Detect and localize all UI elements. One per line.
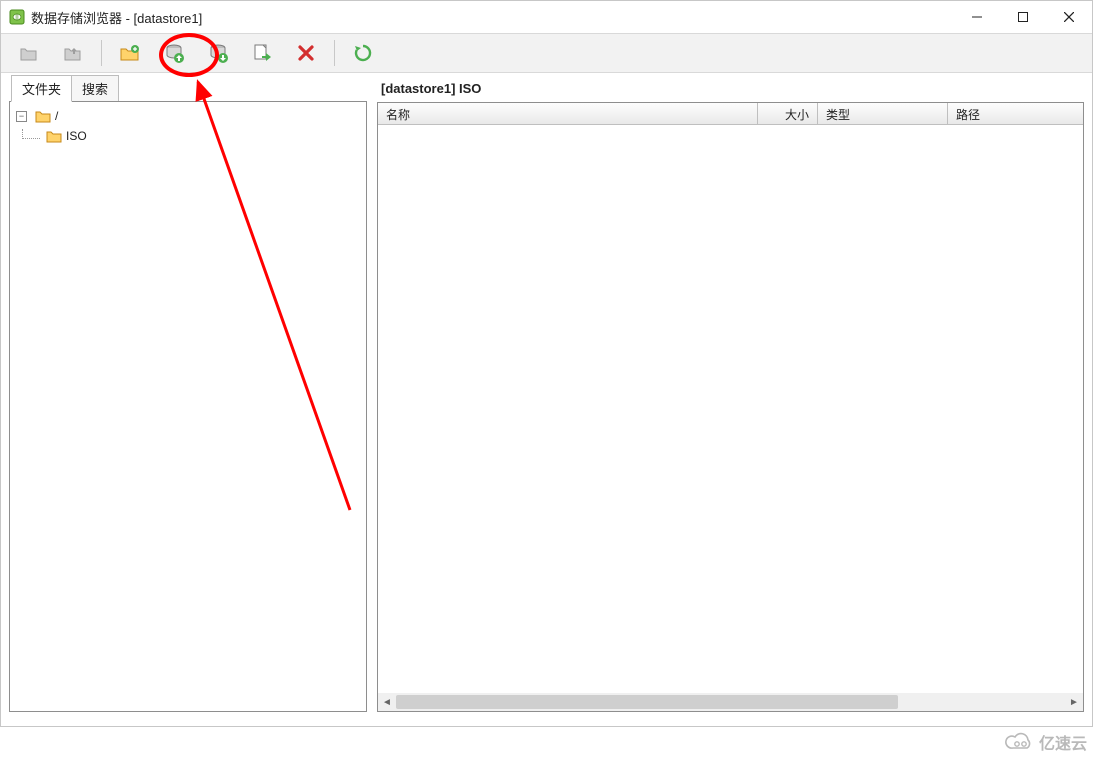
- scroll-track[interactable]: [396, 693, 1065, 711]
- toolbar-delete-button[interactable]: [286, 35, 326, 71]
- column-type[interactable]: 类型: [818, 103, 948, 124]
- watermark: 亿速云: [1005, 730, 1087, 754]
- toolbar-download-button[interactable]: [198, 35, 238, 71]
- column-path[interactable]: 路径: [948, 103, 1083, 124]
- grid-header: 名称 大小 类型 路径: [378, 103, 1083, 125]
- tab-folders[interactable]: 文件夹: [11, 75, 72, 102]
- toolbar-move-button[interactable]: [242, 35, 282, 71]
- toolbar-refresh-button[interactable]: [343, 35, 383, 71]
- tree-root-node[interactable]: − /: [16, 106, 360, 126]
- scroll-left-icon[interactable]: ◄: [378, 693, 396, 711]
- grid-body[interactable]: [378, 125, 1083, 693]
- body: 文件夹 搜索 − / ISO [datastore1] ISO: [1, 73, 1092, 726]
- tree-child-node[interactable]: ISO: [16, 126, 360, 146]
- left-tabstrip: 文件夹 搜索: [9, 77, 367, 101]
- scroll-thumb[interactable]: [396, 695, 898, 709]
- toolbar-new-folder-button[interactable]: [110, 35, 150, 71]
- app-icon: [9, 9, 25, 25]
- tree-root-label: /: [55, 109, 58, 123]
- left-pane: 文件夹 搜索 − / ISO: [9, 77, 367, 712]
- delete-icon: [297, 44, 315, 62]
- file-grid: 名称 大小 类型 路径 ◄ ►: [377, 102, 1084, 712]
- folder-tree[interactable]: − / ISO: [9, 101, 367, 712]
- upload-datastore-icon: [164, 43, 184, 63]
- current-path: [datastore1] ISO: [381, 81, 1084, 96]
- right-pane: [datastore1] ISO 名称 大小 类型 路径 ◄ ►: [377, 77, 1084, 712]
- toolbar-up-button[interactable]: [53, 35, 93, 71]
- column-name[interactable]: 名称: [378, 103, 758, 124]
- maximize-icon: [1018, 12, 1028, 22]
- close-icon: [1064, 12, 1074, 22]
- move-file-icon: [252, 43, 272, 63]
- minimize-button[interactable]: [954, 1, 1000, 33]
- close-button[interactable]: [1046, 1, 1092, 33]
- folder-icon: [46, 129, 62, 143]
- folder-up-icon: [63, 44, 83, 62]
- folder-icon: [35, 109, 51, 123]
- tab-search[interactable]: 搜索: [71, 75, 119, 101]
- watermark-text: 亿速云: [1039, 730, 1087, 754]
- column-size[interactable]: 大小: [758, 103, 818, 124]
- toolbar-separator: [334, 40, 335, 66]
- new-folder-icon: [119, 44, 141, 62]
- titlebar: 数据存储浏览器 - [datastore1]: [1, 1, 1092, 33]
- toolbar: [1, 33, 1092, 73]
- minimize-icon: [972, 12, 982, 22]
- tree-child-label: ISO: [66, 129, 87, 143]
- toolbar-upload-button[interactable]: [154, 35, 194, 71]
- horizontal-scrollbar[interactable]: ◄ ►: [378, 693, 1083, 711]
- datastore-browser-window: 数据存储浏览器 - [datastore1]: [0, 0, 1093, 727]
- scroll-right-icon[interactable]: ►: [1065, 693, 1083, 711]
- folder-back-icon: [19, 44, 39, 62]
- toolbar-separator: [101, 40, 102, 66]
- tree-collapse-icon[interactable]: −: [16, 111, 27, 122]
- download-datastore-icon: [208, 43, 228, 63]
- maximize-button[interactable]: [1000, 1, 1046, 33]
- toolbar-back-button[interactable]: [9, 35, 49, 71]
- cloud-icon: [1005, 732, 1035, 752]
- refresh-icon: [353, 43, 373, 63]
- window-title: 数据存储浏览器 - [datastore1]: [31, 8, 202, 27]
- tree-connector: [22, 129, 40, 139]
